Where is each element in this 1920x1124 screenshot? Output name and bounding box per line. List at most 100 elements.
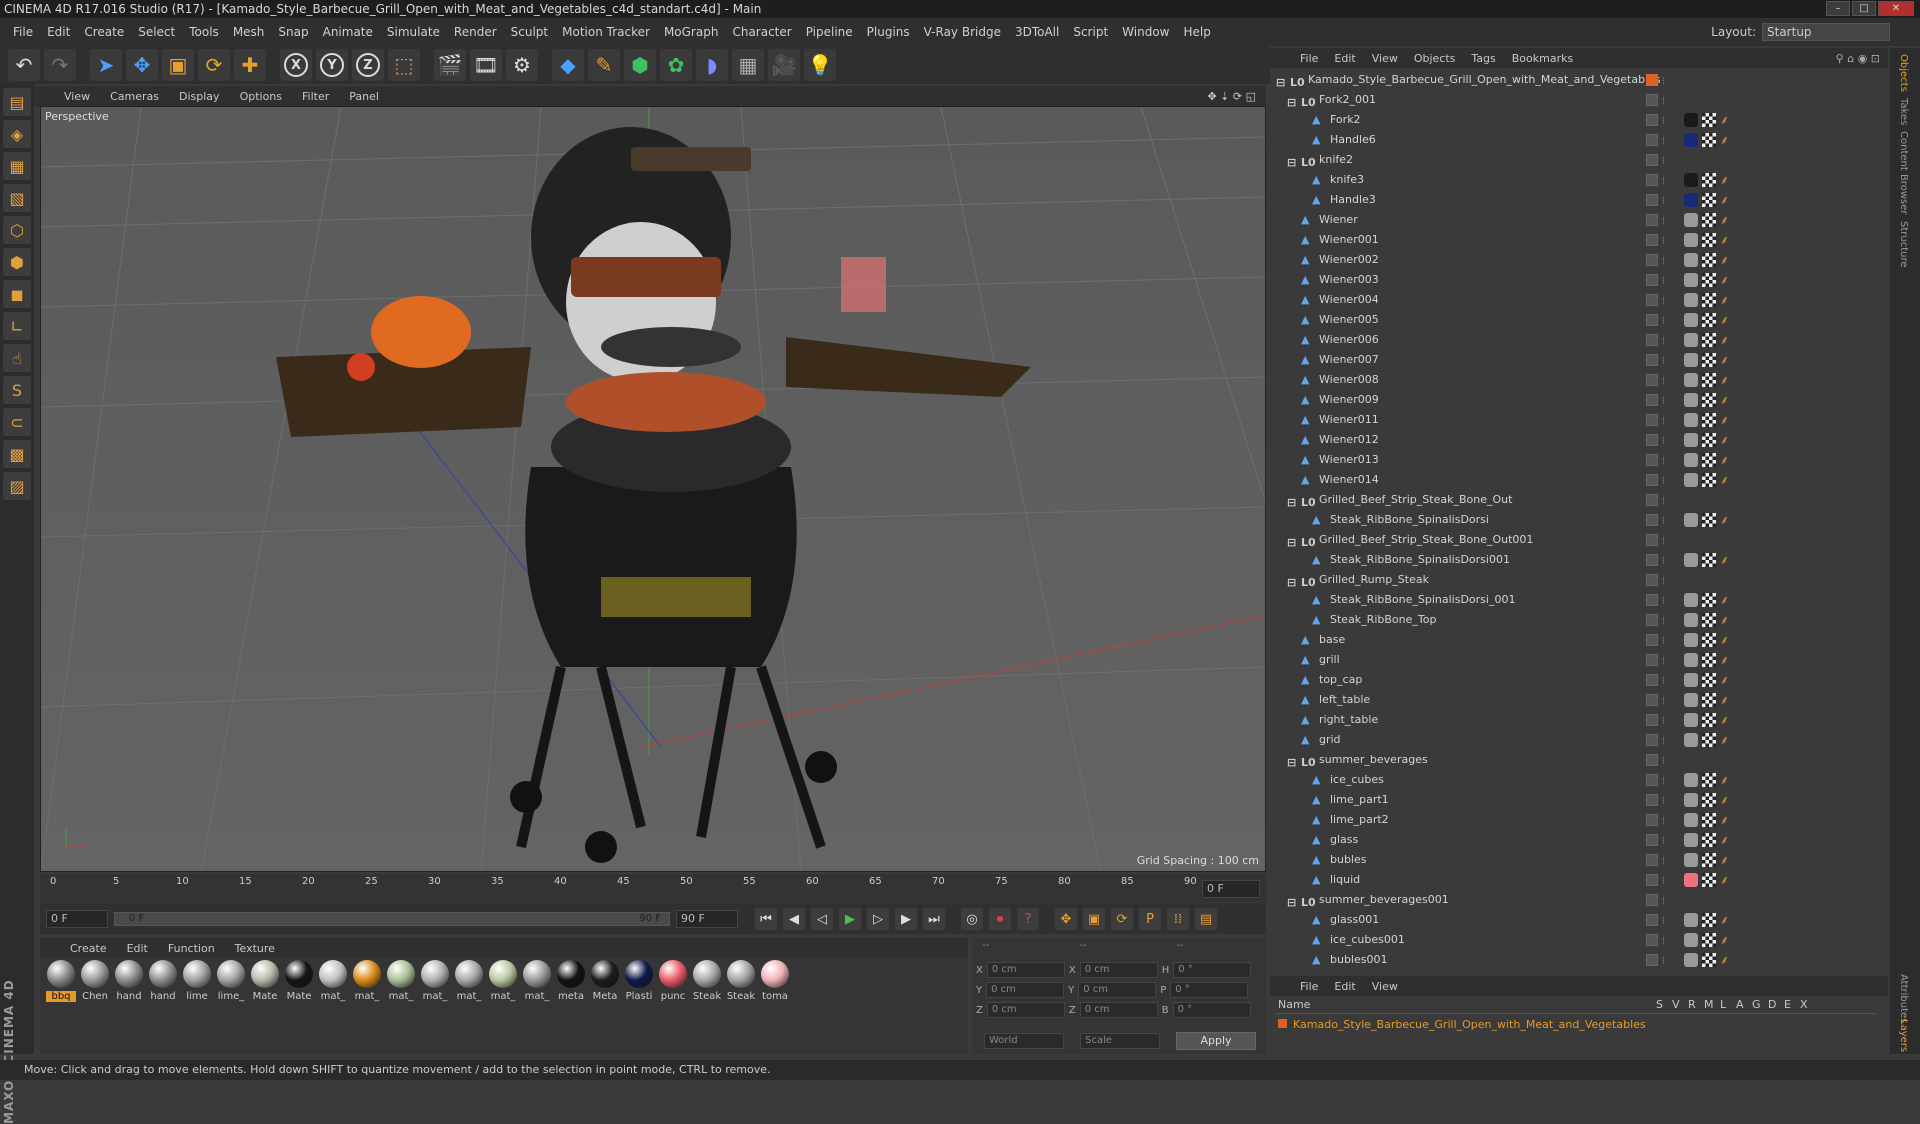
- start-frame-field[interactable]: 0 F: [46, 910, 108, 928]
- layer-toggle-icon[interactable]: [1646, 334, 1658, 346]
- object-name[interactable]: bubles001: [1330, 950, 1388, 970]
- phong-tag-icon[interactable]: ⸙: [1720, 953, 1734, 967]
- timeline-ruler[interactable]: 0 5 10 15 20 25 30 35 40 45 50 55 60 65 70 75 80 85 90 0 F: [40, 874, 1266, 904]
- object-name[interactable]: bubles: [1330, 850, 1367, 870]
- objects-menu-view[interactable]: View: [1372, 52, 1398, 65]
- object-name[interactable]: Wiener002: [1319, 250, 1379, 270]
- layer-toggle-icon[interactable]: [1646, 854, 1658, 866]
- attr-menu-view[interactable]: View: [1372, 980, 1398, 993]
- visibility-toggle-icon[interactable]: ⁝: [1662, 692, 1665, 712]
- objects-search-icon[interactable]: ⚲ ⌂ ◉ ⊡: [1836, 52, 1880, 65]
- layer-toggle-icon[interactable]: [1646, 454, 1658, 466]
- position-z-field[interactable]: 0 cm: [986, 1002, 1065, 1018]
- layer-toggle-icon[interactable]: [1646, 654, 1658, 666]
- object-name[interactable]: left_table: [1319, 690, 1370, 710]
- material-tag-icon[interactable]: [1684, 673, 1698, 687]
- object-name[interactable]: Wiener012: [1319, 430, 1379, 450]
- material-tag-icon[interactable]: [1684, 593, 1698, 607]
- object-row[interactable]: ⊟ L0 summer_beverages001 ⁝: [1270, 890, 1888, 910]
- points-mode-icon[interactable]: ⬡: [3, 216, 31, 244]
- layer-toggle-icon[interactable]: [1646, 254, 1658, 266]
- visibility-toggle-icon[interactable]: ⁝: [1662, 152, 1665, 172]
- material-tag-icon[interactable]: [1684, 953, 1698, 967]
- texture-tag-icon[interactable]: [1702, 313, 1716, 327]
- menu-3dtoall[interactable]: 3DToAll: [1008, 25, 1066, 39]
- object-name[interactable]: Wiener005: [1319, 310, 1379, 330]
- phong-tag-icon[interactable]: ⸙: [1720, 433, 1734, 447]
- layer-toggle-icon[interactable]: [1646, 314, 1658, 326]
- texture-tag-icon[interactable]: [1702, 293, 1716, 307]
- texture-tag-icon[interactable]: [1702, 833, 1716, 847]
- texture-tag-icon[interactable]: [1702, 233, 1716, 247]
- object-name[interactable]: top_cap: [1319, 670, 1362, 690]
- phong-tag-icon[interactable]: ⸙: [1720, 673, 1734, 687]
- menu-animate[interactable]: Animate: [316, 25, 380, 39]
- layer-toggle-icon[interactable]: [1646, 814, 1658, 826]
- material-tag-icon[interactable]: [1684, 373, 1698, 387]
- render-view-icon[interactable]: 🎬: [434, 49, 466, 81]
- rotation-b-field[interactable]: 0 °: [1172, 1002, 1251, 1018]
- layer-toggle-icon[interactable]: [1646, 194, 1658, 206]
- timeline-window-icon[interactable]: ▤: [1195, 908, 1217, 930]
- material-swatch[interactable]: hand: [114, 960, 144, 1002]
- menu-simulate[interactable]: Simulate: [380, 25, 447, 39]
- visibility-toggle-icon[interactable]: ⁝: [1662, 312, 1665, 332]
- object-row[interactable]: ▲ liquid ⁝ ⸙: [1270, 870, 1888, 890]
- object-row[interactable]: ▲ Steak_RibBone_SpinalisDorsi ⁝ ⸙: [1270, 510, 1888, 530]
- camera-icon[interactable]: 🎥: [768, 49, 800, 81]
- object-row[interactable]: ▲ Wiener007 ⁝ ⸙: [1270, 350, 1888, 370]
- object-row[interactable]: ▲ Wiener013 ⁝ ⸙: [1270, 450, 1888, 470]
- material-swatch[interactable]: mat_: [318, 960, 348, 1002]
- object-name[interactable]: Wiener013: [1319, 450, 1379, 470]
- 3d-viewport[interactable]: Perspective Grid Spacing : 100 cm: [40, 106, 1266, 872]
- object-name[interactable]: summer_beverages: [1319, 750, 1428, 770]
- object-name[interactable]: ice_cubes: [1330, 770, 1384, 790]
- material-tag-icon[interactable]: [1684, 553, 1698, 567]
- material-swatch[interactable]: bbq: [46, 960, 76, 1002]
- object-row[interactable]: ▲ Wiener008 ⁝ ⸙: [1270, 370, 1888, 390]
- object-row[interactable]: ▲ bubles ⁝ ⸙: [1270, 850, 1888, 870]
- keyframe-selection-icon[interactable]: ◎: [961, 908, 983, 930]
- texture-tag-icon[interactable]: [1702, 333, 1716, 347]
- texture-tag-icon[interactable]: [1702, 473, 1716, 487]
- phong-tag-icon[interactable]: ⸙: [1720, 693, 1734, 707]
- layer-toggle-icon[interactable]: [1646, 394, 1658, 406]
- object-name[interactable]: Grilled_Beef_Strip_Steak_Bone_Out001: [1319, 530, 1533, 550]
- object-name[interactable]: Wiener009: [1319, 390, 1379, 410]
- material-tag-icon[interactable]: [1684, 333, 1698, 347]
- visibility-toggle-icon[interactable]: ⁝: [1662, 192, 1665, 212]
- menu-tools[interactable]: Tools: [182, 25, 226, 39]
- visibility-toggle-icon[interactable]: ⁝: [1662, 272, 1665, 292]
- material-swatch[interactable]: mat_: [454, 960, 484, 1002]
- previous-frame-icon[interactable]: ◁: [811, 908, 833, 930]
- planar-workplane-icon[interactable]: ▨: [3, 472, 31, 500]
- live-select-icon[interactable]: ✚: [234, 49, 266, 81]
- workplane-icon[interactable]: ▧: [3, 184, 31, 212]
- layer-toggle-icon[interactable]: [1646, 134, 1658, 146]
- visibility-toggle-icon[interactable]: ⁝: [1662, 232, 1665, 252]
- next-key-icon[interactable]: ▶: [895, 908, 917, 930]
- object-name[interactable]: Steak_RibBone_Top: [1330, 610, 1436, 630]
- phong-tag-icon[interactable]: ⸙: [1720, 213, 1734, 227]
- menu-mograph[interactable]: MoGraph: [657, 25, 726, 39]
- visibility-toggle-icon[interactable]: ⁝: [1662, 752, 1665, 772]
- object-name[interactable]: Wiener011: [1319, 410, 1379, 430]
- close-button[interactable]: ✕: [1878, 1, 1914, 16]
- menu-script[interactable]: Script: [1066, 25, 1115, 39]
- object-row[interactable]: ▲ right_table ⁝ ⸙: [1270, 710, 1888, 730]
- object-name[interactable]: glass: [1330, 830, 1358, 850]
- layer-toggle-icon[interactable]: [1646, 714, 1658, 726]
- texture-tag-icon[interactable]: [1702, 373, 1716, 387]
- texture-tag-icon[interactable]: [1702, 353, 1716, 367]
- visibility-toggle-icon[interactable]: ⁝: [1662, 492, 1665, 512]
- material-swatch[interactable]: Steak: [726, 960, 756, 1002]
- visibility-toggle-icon[interactable]: ⁝: [1662, 672, 1665, 692]
- menu-select[interactable]: Select: [131, 25, 182, 39]
- visibility-toggle-icon[interactable]: ⁝: [1662, 912, 1665, 932]
- render-settings-icon[interactable]: ⚙: [506, 49, 538, 81]
- object-row[interactable]: ▲ base ⁝ ⸙: [1270, 630, 1888, 650]
- material-tag-icon[interactable]: [1684, 453, 1698, 467]
- texture-tag-icon[interactable]: [1702, 113, 1716, 127]
- texture-tag-icon[interactable]: [1702, 653, 1716, 667]
- material-swatch[interactable]: mat_: [352, 960, 382, 1002]
